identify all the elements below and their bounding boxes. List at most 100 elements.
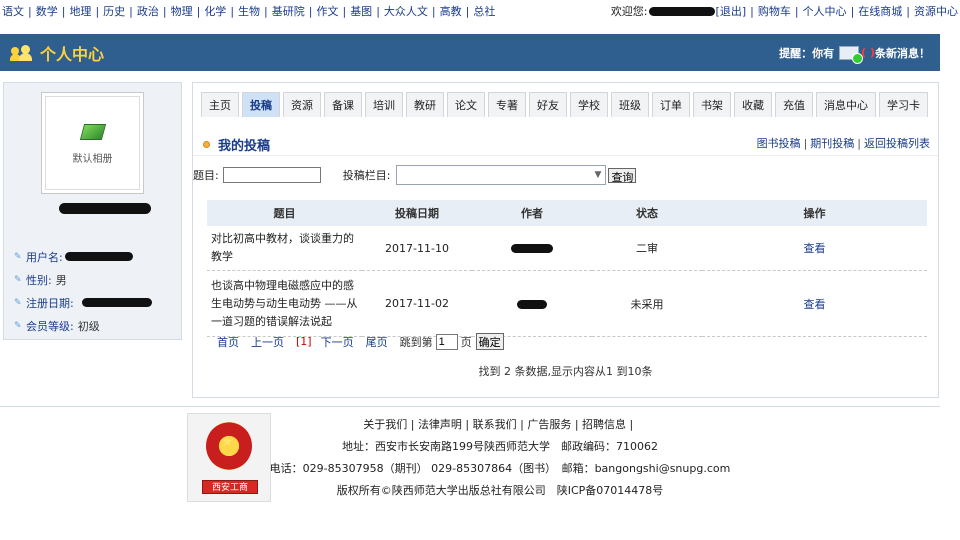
cart-link[interactable]: 购物车 (758, 3, 791, 19)
tab-1[interactable]: 投稿 (242, 92, 280, 117)
resource-center-link[interactable]: 资源中心 (914, 3, 958, 19)
album-label: 默认相册 (72, 153, 113, 165)
confirm-button[interactable]: 确定 (475, 333, 504, 350)
user-links: 欢迎您: [退出] | 购物车 | 个人中心 | 在线商城 | 资源中心 (610, 3, 958, 19)
subject-link[interactable]: 政治 (137, 5, 159, 18)
row-status: 二审 (592, 226, 702, 271)
subject-link[interactable]: 作文 (316, 5, 338, 18)
profile-register-date-row: ✎ 注册日期: (14, 291, 174, 314)
subject-link[interactable]: 基图 (350, 5, 372, 18)
footer-link[interactable]: 联系我们 (473, 416, 517, 432)
profile-gender-row: ✎ 性别: 男 (14, 273, 67, 287)
tag-icon: ✎ (14, 297, 22, 308)
tab-2[interactable]: 资源 (283, 92, 321, 117)
message-count[interactable]: ( ) (861, 46, 875, 59)
first-page-link[interactable]: 首页 (217, 334, 239, 350)
subject-link[interactable]: 语文 (2, 5, 24, 18)
chevron-down-icon: ▼ (594, 170, 602, 180)
goto-suffix: 页 (460, 335, 472, 349)
bullet-icon (203, 141, 210, 148)
column-select[interactable]: ▼ (396, 165, 607, 185)
message-notice: 提醒：你有 ( ) 条新消息！ (779, 45, 930, 64)
subject-link[interactable]: 总社 (473, 5, 495, 18)
redacted-display-name (59, 203, 151, 214)
tab-11[interactable]: 订单 (652, 92, 690, 117)
back-to-list-link[interactable]: 返回投稿列表 (864, 137, 930, 150)
subject-link[interactable]: 大众人文 (384, 5, 428, 18)
column-label: 投稿栏目: (342, 169, 391, 182)
footer-copyright: 版权所有©陕西师范大学出版总社有限公司 陕ICP备07014478号 (336, 484, 664, 497)
personal-center-link[interactable]: 个人中心 (803, 3, 847, 19)
footer-link[interactable]: 招聘信息 (582, 416, 626, 432)
tab-15[interactable]: 消息中心 (816, 92, 876, 117)
page-title: 个人中心 (10, 41, 104, 65)
book-submission-link[interactable]: 图书投稿 (757, 137, 801, 150)
subject-link[interactable]: 化学 (204, 5, 226, 18)
row-author (472, 226, 592, 271)
tab-6[interactable]: 论文 (447, 92, 485, 117)
view-link[interactable]: 查看 (804, 242, 826, 255)
subject-link[interactable]: 高教 (440, 5, 462, 18)
row-action: 查看 (702, 226, 927, 271)
current-page: [1] (296, 335, 312, 348)
album-book-icon (79, 122, 106, 144)
redacted-author (517, 299, 547, 309)
footer-link[interactable]: 法律声明 (418, 416, 462, 432)
query-button[interactable]: 查询 (608, 167, 637, 184)
col-date-header: 投稿日期 (362, 200, 472, 226)
subject-link[interactable]: 物理 (171, 5, 193, 18)
footer-link[interactable]: 广告服务 (527, 416, 571, 432)
tab-12[interactable]: 书架 (693, 92, 731, 117)
subject-link[interactable]: 地理 (69, 5, 91, 18)
row-title: 也谈高中物理电磁感应中的感生电动势与动生电动势 ——从一道习题的错误解法说起 (207, 270, 362, 337)
journal-submission-link[interactable]: 期刊投稿 (810, 137, 854, 150)
tag-icon: ✎ (14, 320, 22, 331)
subject-links: 语文 | 数学 | 地理 | 历史 | 政治 | 物理 | 化学 | 生物 | 基研院 | 作文 | 基图 | 大众人文 | 高… (2, 5, 496, 18)
subject-link[interactable]: 基研院 (272, 5, 305, 18)
subject-link[interactable]: 生物 (238, 5, 260, 18)
profile-info: ✎ 用户名: ✎ 性别: 男 ✎ 注册日期: ✎ 会员等级: 初级 (14, 245, 174, 337)
tab-13[interactable]: 收藏 (734, 92, 772, 117)
last-page-link[interactable]: 尾页 (366, 334, 388, 350)
row-title: 对比初高中教材，谈谈重力的教学 (207, 226, 362, 271)
profile-username-row: ✎ 用户名: (14, 245, 174, 268)
tab-8[interactable]: 好友 (529, 92, 567, 117)
goto-page-input[interactable] (435, 333, 458, 350)
footer: 关于我们 | 法律声明 | 联系我们 | 广告服务 | 招聘信息 | 地址：西安… (240, 413, 760, 501)
new-mail-icon[interactable] (839, 45, 864, 64)
tab-16[interactable]: 学习卡 (879, 92, 928, 117)
prev-page-link[interactable]: 上一页 (251, 334, 284, 350)
tab-14[interactable]: 充值 (775, 92, 813, 117)
tab-9[interactable]: 学校 (570, 92, 608, 117)
tab-5[interactable]: 教研 (406, 92, 444, 117)
subject-link[interactable]: 数学 (36, 5, 58, 18)
next-page-link[interactable]: 下一页 (321, 334, 354, 350)
row-action: 查看 (702, 270, 927, 337)
footer-address: 地址：西安市长安南路199号陕西师范大学 邮政编码：710062 (342, 440, 658, 453)
redacted-username-value (64, 252, 133, 261)
footer-link[interactable]: 关于我们 (363, 416, 407, 432)
divider (193, 155, 938, 156)
tab-4[interactable]: 培训 (365, 92, 403, 117)
tab-0[interactable]: 主页 (201, 92, 239, 117)
default-album[interactable]: 默认相册 (41, 92, 144, 194)
row-date: 2017-11-02 (362, 270, 472, 337)
result-summary: 找到 2 条数据,显示内容从1 到10条 (478, 365, 653, 378)
tab-10[interactable]: 班级 (611, 92, 649, 117)
logout-link[interactable]: [退出] (716, 3, 747, 19)
view-link[interactable]: 查看 (804, 298, 826, 311)
title-input[interactable] (222, 167, 321, 183)
footer-links: 关于我们 | 法律声明 | 联系我们 | 广告服务 | 招聘信息 | (363, 416, 637, 432)
pagination: 首页 上一页 [1] 下一页 尾页 跳到第 页 确定 (217, 333, 504, 350)
section-links: 图书投稿 | 期刊投稿 | 返回投稿列表 (756, 137, 930, 150)
tab-7[interactable]: 专著 (488, 92, 526, 117)
col-author-header: 作者 (472, 200, 592, 226)
online-mall-link[interactable]: 在线商城 (858, 3, 902, 19)
people-icon (10, 44, 32, 61)
tab-bar: 主页 投稿 资源 备课 培训 教研 论文 专著 好友 学校 班级 订单 书架 收藏 充值 消息中心 学习卡 (201, 92, 931, 117)
subject-link[interactable]: 历史 (103, 5, 125, 18)
tag-icon: ✎ (14, 274, 22, 285)
tab-3[interactable]: 备课 (324, 92, 362, 117)
welcome-text: 欢迎您: (610, 5, 648, 18)
redacted-register-date (81, 298, 152, 307)
